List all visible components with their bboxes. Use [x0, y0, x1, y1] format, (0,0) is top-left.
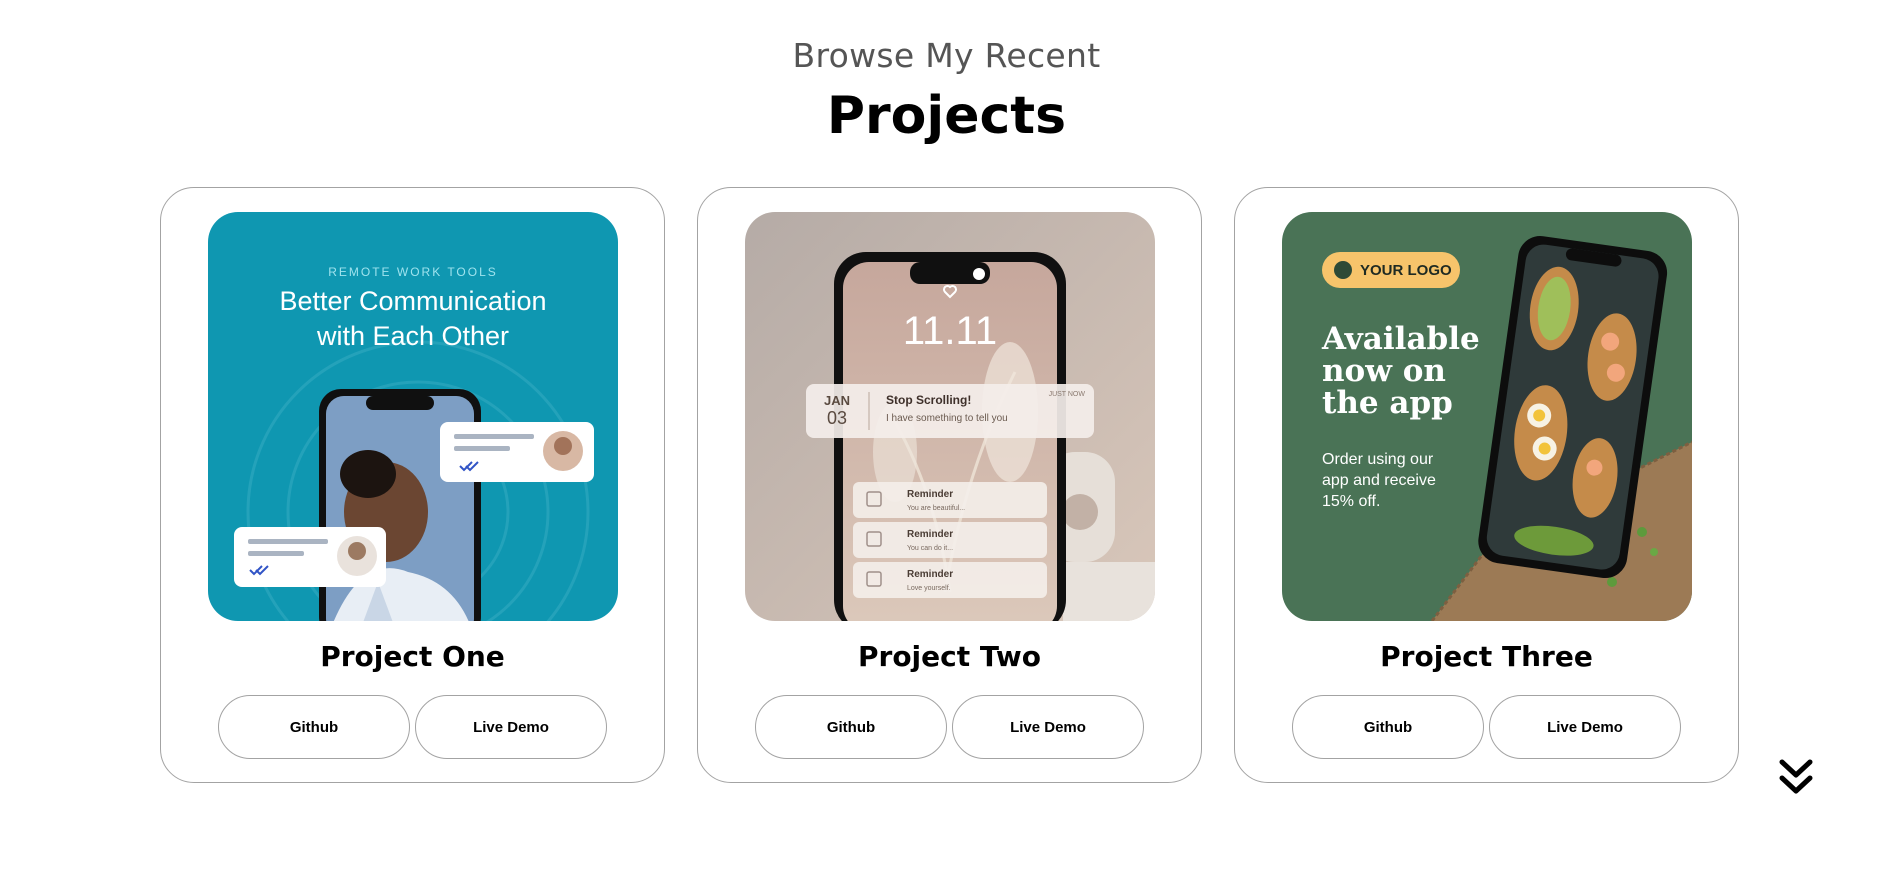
github-button[interactable]: Github: [218, 695, 410, 759]
github-button[interactable]: Github: [755, 695, 947, 759]
notif-body: I have something to tell you: [886, 413, 1008, 424]
reminder-title: Reminder: [907, 489, 953, 500]
image-body-1: Order using our: [1322, 451, 1434, 468]
reminder-body: You are beautiful...: [907, 505, 965, 512]
project-card: YOUR LOGO Available now on the app Order…: [1234, 187, 1739, 783]
food-app-illustration: YOUR LOGO Available now on the app Order…: [1282, 212, 1692, 621]
project-card: REMOTE WORK TOOLS Better Communication w…: [160, 187, 665, 783]
live-demo-button[interactable]: Live Demo: [415, 695, 607, 759]
reminder-title: Reminder: [907, 529, 953, 540]
image-body-3: 15% off.: [1322, 493, 1380, 510]
project-title: Project Three: [1380, 640, 1593, 673]
image-kicker: REMOTE WORK TOOLS: [328, 265, 498, 279]
section-title: Projects: [826, 86, 1067, 146]
chevron-double-down-icon[interactable]: [1778, 758, 1814, 798]
remote-work-illustration: REMOTE WORK TOOLS Better Communication w…: [208, 212, 618, 621]
reminder-title: Reminder: [907, 569, 953, 580]
notif-day: 03: [827, 408, 847, 428]
project-image: REMOTE WORK TOOLS Better Communication w…: [208, 212, 618, 621]
reminder-body: You can do it...: [907, 545, 953, 552]
live-demo-button[interactable]: Live Demo: [1489, 695, 1681, 759]
image-headline-3: the app: [1322, 385, 1453, 421]
project-title: Project One: [320, 640, 505, 673]
project-image: 11.11 JAN 03 Stop Scrolling! I have some…: [745, 212, 1155, 621]
image-headline-2: now on: [1322, 353, 1446, 389]
project-title: Project Two: [857, 640, 1041, 673]
phone-reminder-illustration: 11.11 JAN 03 Stop Scrolling! I have some…: [745, 212, 1155, 621]
section-subtitle: Browse My Recent: [792, 36, 1101, 75]
github-button[interactable]: Github: [1292, 695, 1484, 759]
live-demo-button[interactable]: Live Demo: [952, 695, 1144, 759]
project-image: YOUR LOGO Available now on the app Order…: [1282, 212, 1692, 621]
reminder-body: Love yourself.: [907, 585, 951, 592]
lock-time: 11.11: [903, 309, 997, 353]
logo-text: YOUR LOGO: [1360, 262, 1452, 279]
image-headline-1: Better Communication: [279, 286, 546, 316]
image-body-2: app and receive: [1322, 472, 1436, 489]
project-card: 11.11 JAN 03 Stop Scrolling! I have some…: [697, 187, 1202, 783]
image-headline-1: Available: [1321, 321, 1480, 357]
notif-title: Stop Scrolling!: [886, 393, 971, 407]
notif-time: JUST NOW: [1049, 391, 1086, 398]
notif-month: JAN: [824, 393, 850, 408]
image-headline-2: with Each Other: [316, 321, 509, 351]
